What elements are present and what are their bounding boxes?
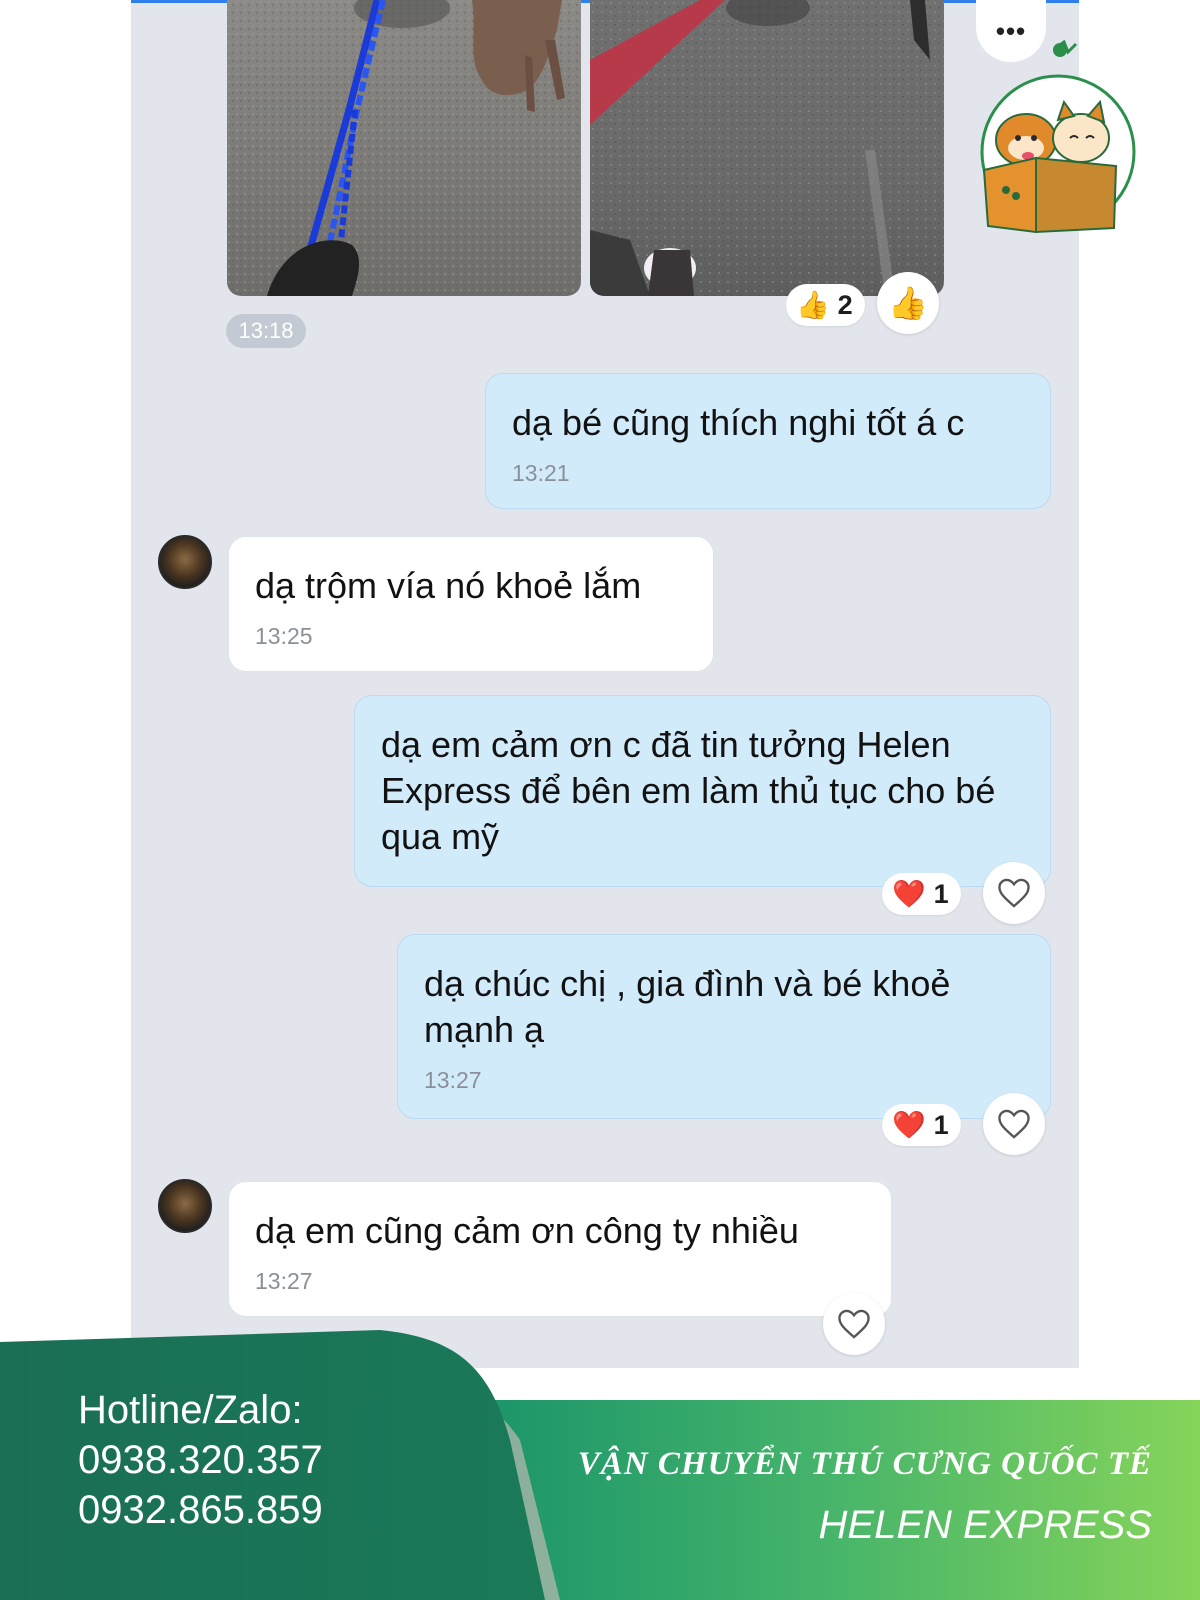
message-text: dạ trộm vía nó khoẻ lắm (255, 565, 642, 606)
hotline-label: Hotline/Zalo: (78, 1388, 303, 1432)
heart-outline-icon (998, 878, 1030, 908)
photo-road-illustration (590, 0, 944, 296)
image-timestamp: 13:18 (226, 314, 306, 348)
hotline-block: Hotline/Zalo: 0938.320.357 0932.865.859 (78, 1385, 323, 1535)
message-time: 13:25 (255, 623, 313, 649)
message-bubble-outgoing[interactable]: dạ em cảm ơn c đã tin tưởng Helen Expres… (354, 695, 1051, 887)
thumbs-up-icon: 👍 (888, 285, 928, 321)
reaction-count: 1 (933, 878, 949, 909)
avatar[interactable] (158, 535, 212, 589)
hotline-phone-1[interactable]: 0938.320.357 (78, 1435, 323, 1485)
pets-in-box-logo-graphic (980, 39, 1136, 234)
helen-express-logo (976, 39, 1136, 240)
shared-photo-road[interactable] (590, 0, 944, 296)
message-bubble-outgoing[interactable]: dạ chúc chị , gia đình và bé khoẻ mạnh ạ… (397, 934, 1051, 1119)
slogan-line-2: HELEN EXPRESS (818, 1503, 1152, 1547)
chat-panel: 13:18 ••• 👍 2 👍 dạ bé cũng thích nghi tố… (131, 0, 1079, 1368)
message-time: 13:27 (255, 1268, 313, 1294)
message-text: dạ bé cũng thích nghi tốt á c (512, 402, 965, 443)
reaction-count: 1 (933, 1109, 949, 1140)
hotline-phone-2[interactable]: 0932.865.859 (78, 1485, 323, 1535)
heart-reaction-button[interactable] (983, 1093, 1045, 1155)
like-button[interactable]: 👍 (877, 272, 939, 334)
slogan-line-1: VẬN CHUYỂN THÚ CƯNG QUỐC TẾ (577, 1446, 1152, 1482)
photo-dog-illustration (227, 0, 581, 296)
message-bubble-incoming[interactable]: dạ em cũng cảm ơn công ty nhiều 13:27 (228, 1181, 892, 1317)
message-time: 13:27 (424, 1067, 482, 1093)
message-text: dạ em cũng cảm ơn công ty nhiều (255, 1210, 799, 1251)
reaction-summary[interactable]: ❤️ 1 (882, 1104, 961, 1146)
message-bubble-outgoing[interactable]: dạ bé cũng thích nghi tốt á c 13:21 (485, 373, 1051, 509)
heart-outline-icon (998, 1109, 1030, 1139)
shared-photo-dog[interactable] (227, 0, 581, 296)
message-time: 13:21 (512, 460, 570, 486)
reaction-summary-photo[interactable]: 👍 2 (786, 284, 865, 326)
heart-filled-icon: ❤️ (892, 879, 926, 909)
thumbs-up-icon: 👍 (796, 290, 830, 320)
heart-filled-icon: ❤️ (892, 1110, 926, 1140)
reaction-count: 2 (837, 289, 853, 320)
message-bubble-incoming[interactable]: dạ trộm vía nó khoẻ lắm 13:25 (228, 536, 714, 672)
heart-reaction-button[interactable] (983, 862, 1045, 924)
message-text: dạ chúc chị , gia đình và bé khoẻ mạnh ạ (424, 963, 951, 1050)
avatar[interactable] (158, 1179, 212, 1233)
reaction-summary[interactable]: ❤️ 1 (882, 873, 961, 915)
message-text: dạ em cảm ơn c đã tin tưởng Helen Expres… (381, 724, 996, 857)
